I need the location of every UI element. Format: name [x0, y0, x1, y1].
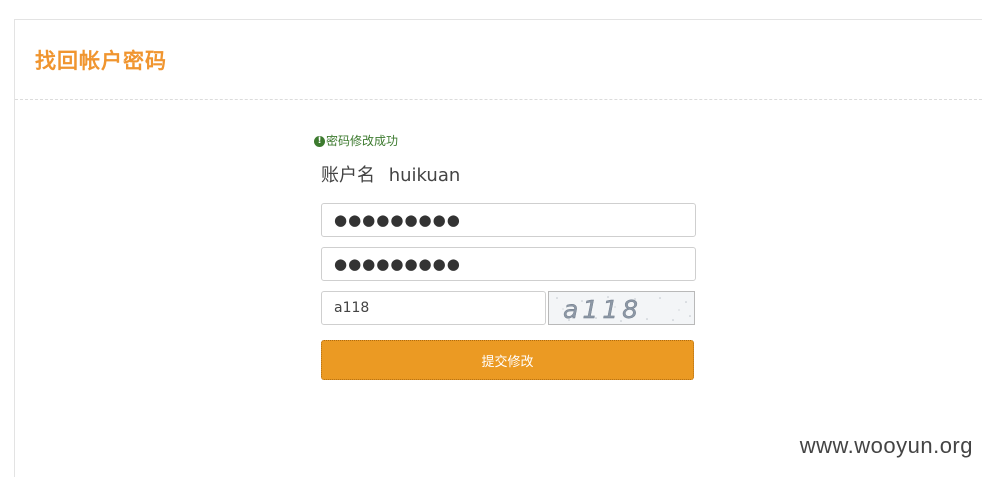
- confirm-password-input[interactable]: ●●●●●●●●●: [321, 247, 696, 281]
- account-name-row: 账户名 huikuan: [321, 164, 704, 188]
- account-value: huikuan: [388, 165, 461, 186]
- reset-password-form: ! 密码修改成功 账户名 huikuan ●●●●●●●●● ●●●●●●●●●…: [314, 132, 704, 380]
- reset-password-panel: 找回帐户密码 ! 密码修改成功 账户名 huikuan ●●●●●●●●● ●●…: [14, 19, 982, 477]
- new-password-value: ●●●●●●●●●: [334, 211, 461, 229]
- captcha-image-text: a118: [563, 295, 642, 324]
- captcha-noise: a118: [556, 295, 691, 324]
- captcha-input[interactable]: a118: [321, 291, 546, 325]
- page-title: 找回帐户密码: [35, 49, 167, 73]
- confirm-password-value: ●●●●●●●●●: [334, 255, 461, 273]
- watermark-text: www.wooyun.org: [799, 433, 973, 458]
- captcha-input-value: a118: [334, 300, 370, 316]
- account-label: 账户名: [321, 165, 375, 186]
- title-divider: [15, 99, 982, 100]
- exclamation-circle-icon: !: [314, 135, 325, 147]
- captcha-image[interactable]: a118: [548, 291, 695, 325]
- new-password-input[interactable]: ●●●●●●●●●: [321, 203, 696, 237]
- success-message: ! 密码修改成功: [314, 132, 704, 150]
- captcha-row: a118 a118: [321, 291, 704, 325]
- submit-button[interactable]: 提交修改: [321, 340, 694, 380]
- success-message-text: 密码修改成功: [326, 134, 399, 148]
